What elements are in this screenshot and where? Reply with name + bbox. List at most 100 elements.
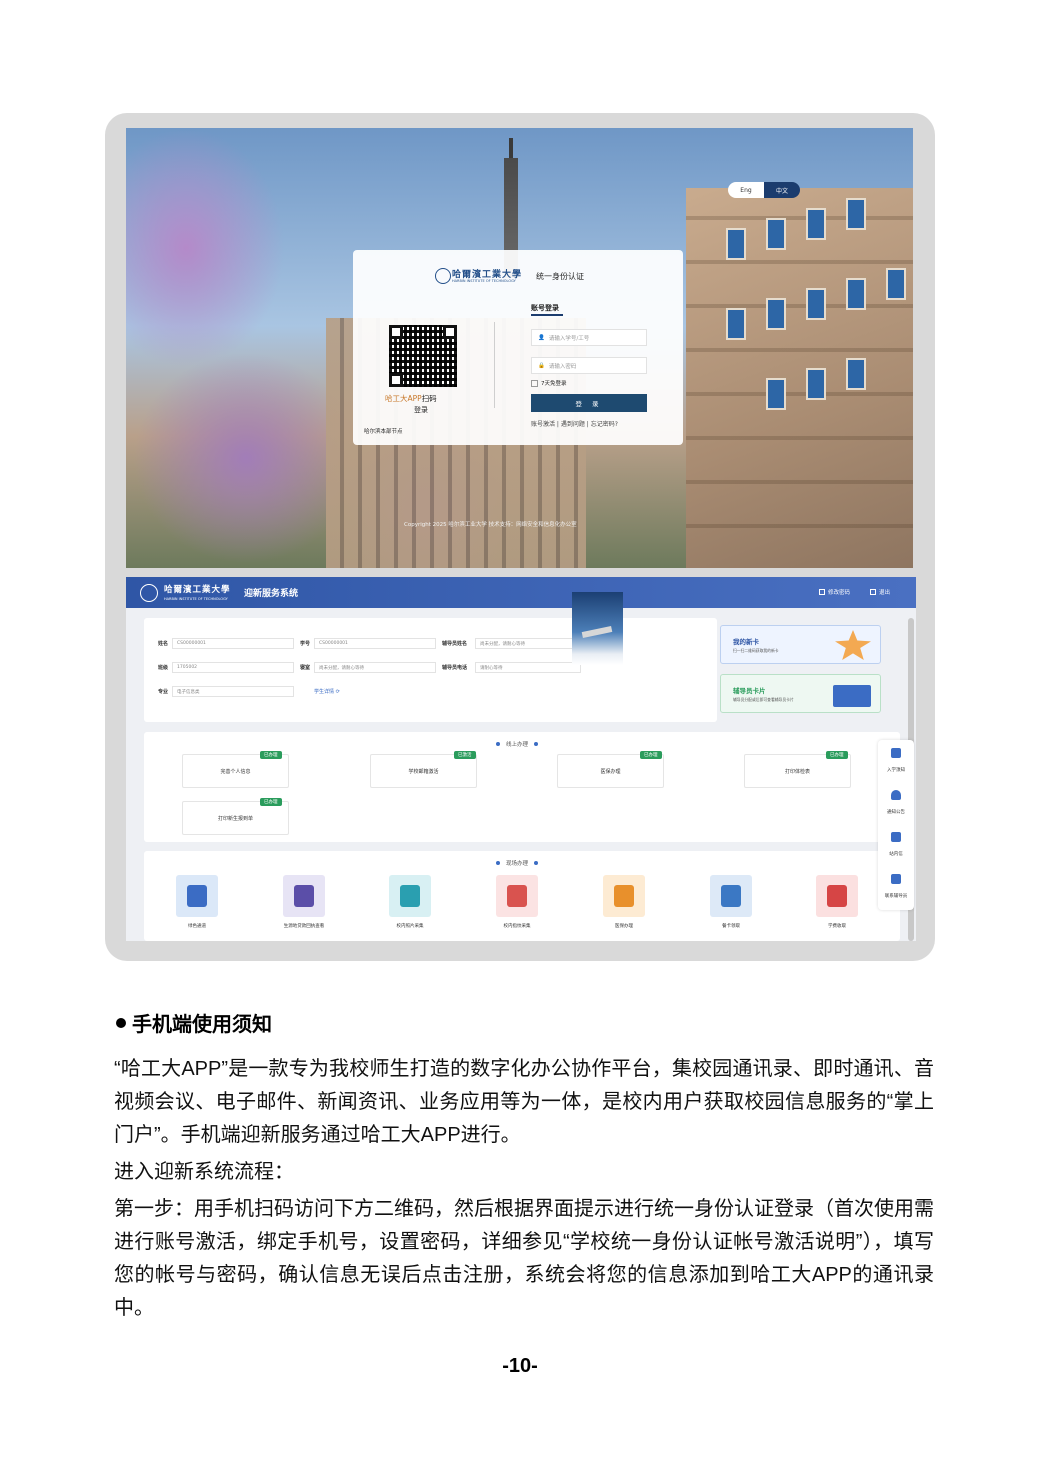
checkbox-icon[interactable] — [531, 379, 538, 387]
onsite-tile-fingerprint[interactable] — [496, 875, 538, 917]
quick-link-label[interactable]: 站内信 — [878, 851, 914, 857]
logout-icon — [870, 589, 876, 595]
lang-zh-option[interactable]: 中文 — [764, 182, 800, 198]
section-heading-text: 手机端使用须知 — [132, 1014, 272, 1036]
onsite-tile-photo[interactable] — [389, 875, 431, 917]
onsite-section-title: 现场办理 — [496, 859, 539, 867]
window — [726, 308, 746, 340]
problem-link[interactable]: 遇到问题 — [561, 421, 585, 428]
stamp-icon — [294, 885, 314, 907]
window — [806, 368, 826, 400]
logout-button[interactable]: 退出 — [870, 588, 890, 596]
forgot-link[interactable]: 忘记密码? — [591, 421, 618, 428]
notice-book-icon[interactable] — [891, 748, 901, 758]
onsite-label: 校内照片采集 — [396, 924, 424, 929]
dorm-field: 尚未分配，请耐心等待 — [314, 662, 436, 673]
lock-icon — [819, 589, 825, 595]
online-item-email[interactable]: 学校邮箱激活 — [370, 754, 477, 788]
qr-code — [389, 325, 457, 387]
major-label: 专业 — [158, 689, 169, 695]
paragraph-1: “哈工大APP”是一款专为我校师生打造的数字化办公协作平台，集校园通讯录、即时通… — [114, 1053, 934, 1152]
class-label: 班级 — [158, 665, 169, 671]
onsite-tile-loan-receipt[interactable] — [283, 875, 325, 917]
divider — [494, 322, 495, 408]
wallet-icon — [827, 885, 847, 907]
phone-label: 辅导员电话 — [442, 665, 468, 671]
online-item-label: 医保办理 — [600, 768, 621, 775]
username-input[interactable]: 👤 请输入学号/工号 — [531, 329, 647, 346]
tab-account-login[interactable]: 账号登录 — [531, 303, 559, 313]
bell-icon[interactable] — [891, 790, 901, 800]
remember-checkbox[interactable]: 7天免登录 — [531, 379, 567, 387]
university-name: 哈爾濱工業大學 — [164, 585, 231, 595]
star-icon — [835, 630, 871, 660]
portal-header: 哈爾濱工業大學 HARBIN INSTITUTE OF TECHNOLOGY 迎… — [126, 577, 916, 608]
dot-icon — [496, 742, 500, 746]
login-button[interactable]: 登 录 — [531, 394, 647, 412]
online-item-profile[interactable]: 完善个人信息 — [182, 754, 289, 788]
counselor-label: 辅导员姓名 — [442, 641, 468, 647]
qr-finder — [443, 325, 457, 339]
change-password-button[interactable]: 修改密码 — [819, 588, 850, 596]
class-field: 1705002 — [172, 662, 294, 673]
login-screenshot: Eng 中文 哈爾濱工業大學 HARBIN INSTITUTE OF TECHN… — [126, 128, 913, 568]
name-field: CS00000001 — [172, 638, 294, 649]
counselor-card-promo[interactable]: 辅导员卡片 辅导员分配或后即可查看辅导员卡片 — [720, 674, 881, 713]
window — [766, 298, 786, 330]
onsite-tile-green-channel[interactable] — [176, 875, 218, 917]
quick-link-label[interactable]: 通知公告 — [878, 809, 914, 815]
window — [766, 378, 786, 410]
username-placeholder: 请输入学号/工号 — [548, 335, 590, 342]
section-heading: 手机端使用须知 — [116, 1008, 272, 1037]
onsite-label: 学费收取 — [828, 924, 846, 929]
onsite-tile-meal-card[interactable] — [710, 875, 752, 917]
quick-link-label[interactable]: 联系辅导员 — [878, 893, 914, 899]
paragraph-3-text: 第一步：用手机扫码访问下方二维码，然后根据界面提示进行统一身份认证登录（首次使用… — [114, 1198, 934, 1319]
id-label: 学号 — [300, 641, 311, 647]
contact-icon[interactable] — [891, 874, 901, 884]
university-name-en: HARBIN INSTITUTE OF TECHNOLOGY — [452, 279, 516, 283]
onsite-label: 医保办理 — [615, 924, 633, 929]
onsite-label: 餐卡领取 — [722, 924, 740, 929]
copyright-text: Copyright 2025 哈尔滨工业大学 技术支持：网络安全和信息化办公室 — [404, 522, 577, 528]
onsite-label: 生源地贷款回执查看 — [283, 924, 325, 929]
paragraph-2-text: 进入迎新系统流程： — [114, 1161, 294, 1183]
window — [846, 198, 866, 230]
password-placeholder: 请输入密码 — [548, 363, 577, 370]
onsite-tile-tuition[interactable] — [816, 875, 858, 917]
page-number: -10- — [502, 1355, 538, 1377]
mail-icon[interactable] — [891, 832, 901, 842]
status-badge: 已办理 — [260, 751, 282, 759]
my-card-title: 我的新卡 — [733, 638, 759, 646]
online-item-report-form[interactable]: 打印新生报到单 — [182, 801, 289, 835]
onsite-label: 校内指纹采集 — [503, 924, 531, 929]
id-field: CS00000001 — [314, 638, 436, 649]
student-detail-link[interactable]: 学生详情 ⟳ — [314, 688, 340, 695]
counselor-card-sub: 辅导员分配或后即可查看辅导员卡片 — [733, 697, 794, 702]
status-badge: 已激活 — [454, 751, 476, 759]
logout-label: 退出 — [879, 590, 891, 596]
quick-link-label[interactable]: 入学须知 — [878, 767, 914, 773]
window — [766, 218, 786, 250]
online-item-label: 打印体检表 — [784, 768, 810, 775]
dot-icon — [496, 861, 500, 865]
university-name-en: HARBIN INSTITUTE OF TECHNOLOGY — [164, 597, 228, 601]
window — [846, 358, 866, 390]
window — [886, 268, 906, 300]
online-item-health-form[interactable]: 打印体检表 — [744, 754, 851, 788]
online-section: 线上办理 完善个人信息 已办理 学校邮箱激活 已激活 医保办理 已办理 打印体检… — [144, 732, 900, 842]
my-card-sub: 扫一扫二维码获取我的新卡 — [733, 648, 779, 653]
node-label[interactable]: 哈尔滨本部节点 — [364, 427, 403, 435]
dot-icon — [534, 742, 539, 746]
lang-en-option[interactable]: Eng — [728, 182, 764, 198]
onsite-tile-insurance[interactable] — [603, 875, 645, 917]
quick-link-bar: 入学须知 通知公告 站内信 联系辅导员 — [878, 740, 914, 910]
online-item-insurance[interactable]: 医保办理 — [557, 754, 664, 788]
paragraph-3: 第一步：用手机扫码访问下方二维码，然后根据界面提示进行统一身份认证登录（首次使用… — [114, 1193, 934, 1325]
language-toggle[interactable]: Eng 中文 — [728, 182, 800, 198]
activate-link[interactable]: 账号激活 — [531, 421, 555, 428]
dorm-label: 寝室 — [300, 665, 311, 671]
fingerprint-icon — [507, 885, 527, 907]
my-card-promo[interactable]: 我的新卡 扫一扫二维码获取我的新卡 — [720, 625, 881, 664]
password-input[interactable]: 🔒 请输入密码 — [531, 357, 647, 374]
